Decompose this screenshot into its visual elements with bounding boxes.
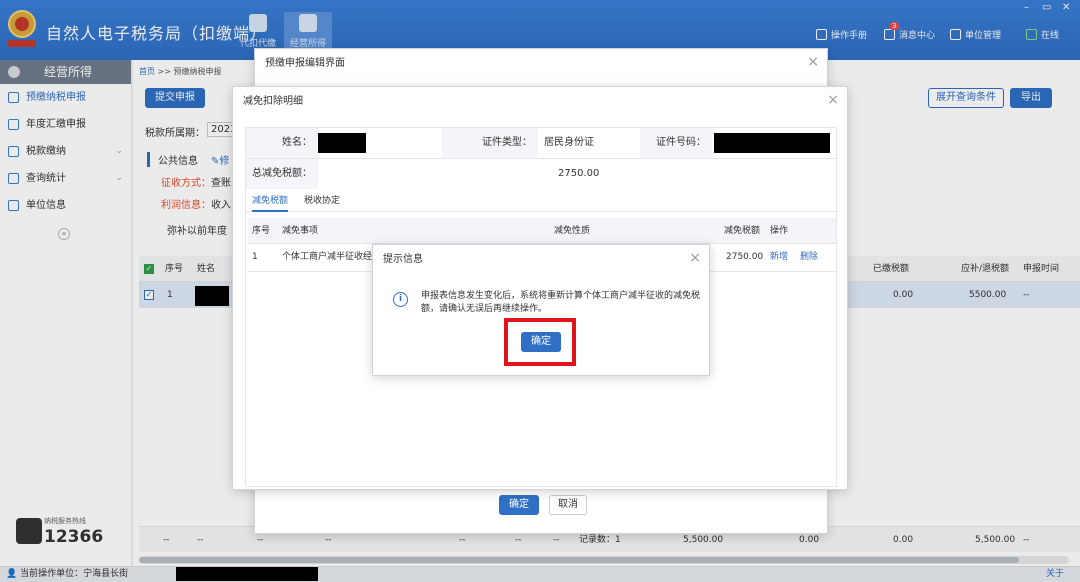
close-icon[interactable]: ×	[827, 93, 839, 107]
col-nature: 减免性质	[554, 226, 591, 236]
highlight-box	[504, 318, 576, 366]
close-icon[interactable]: ×	[689, 251, 701, 265]
info-icon: i	[393, 292, 408, 307]
cert-type-value: 居民身份证	[544, 137, 594, 148]
edit-dialog-title: 预缴申报编辑界面	[265, 58, 345, 69]
col-amount: 减免税额	[724, 226, 761, 236]
delete-link[interactable]: 删除	[800, 244, 818, 270]
row-index: 1	[252, 252, 258, 262]
total-exempt-value: 2750.00	[558, 168, 600, 179]
row-item: 个体工商户减半征收经	[282, 252, 373, 262]
col-operation: 操作	[770, 226, 789, 236]
prompt-message: 申报表信息发生变化后，系统将重新计算个体工商户减半征收的减免税额，请确认无误后再…	[421, 291, 701, 314]
identity-row: 姓名： 证件类型： 居民身份证 证件号码：	[246, 128, 836, 158]
name-label: 姓名：	[246, 128, 318, 158]
row-amount: 2750.00	[726, 252, 764, 262]
redacted-cert-no	[714, 133, 830, 153]
exemption-tabs: 减免税额 税收协定	[246, 192, 838, 212]
edit-cancel-button[interactable]: 取消	[549, 495, 587, 515]
col-index: 序号	[252, 226, 271, 236]
tab-tax-treaty[interactable]: 税收协定	[304, 192, 340, 210]
exemption-dialog-title: 减免扣除明细	[243, 96, 303, 107]
cert-no-label: 证件号码：	[640, 128, 712, 158]
cert-type-label: 证件类型：	[442, 128, 538, 158]
total-exempt-label: 总减免税额：	[246, 159, 318, 189]
col-item: 减免事项	[282, 226, 319, 236]
redacted-name	[318, 133, 366, 153]
add-link[interactable]: 新增	[770, 244, 788, 270]
exemption-table-header: 序号 减免事项 减免性质 减免税额 操作	[248, 218, 836, 244]
total-row: 总减免税额： 2750.00	[246, 158, 836, 189]
tab-exempt-amount[interactable]: 减免税额	[252, 192, 289, 212]
prompt-dialog-title: 提示信息	[383, 254, 423, 265]
edit-confirm-button[interactable]: 确定	[499, 495, 539, 515]
close-icon[interactable]: ×	[807, 55, 819, 69]
